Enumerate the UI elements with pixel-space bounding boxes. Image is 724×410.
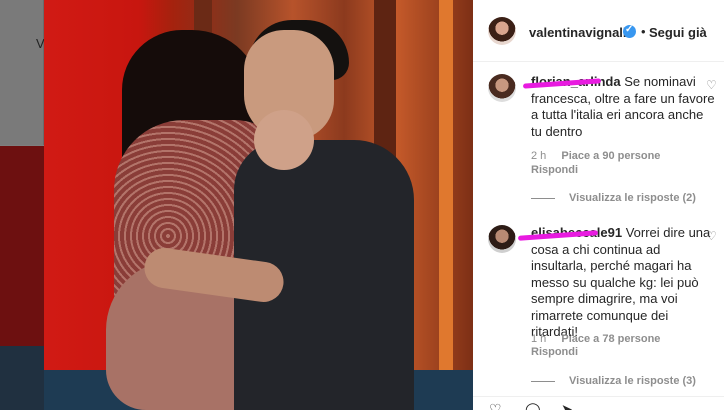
verified-badge-icon: [623, 24, 636, 38]
post-header: valentinavignali • Segui già: [473, 0, 724, 62]
background-page: V: [0, 0, 45, 410]
reply-button[interactable]: Rispondi: [531, 164, 578, 176]
view-replies-label: Visualizza le risposte (3): [569, 375, 696, 387]
comment-likes[interactable]: Piace a 90 persone: [561, 150, 660, 162]
comment-icon[interactable]: ◯: [525, 402, 541, 410]
author-avatar[interactable]: [488, 17, 516, 45]
following-button[interactable]: Segui già: [649, 25, 707, 40]
view-replies-button[interactable]: Visualizza le risposte (3): [531, 375, 696, 387]
like-comment-icon[interactable]: ♡: [706, 78, 717, 92]
commenter-avatar[interactable]: [488, 225, 516, 253]
comment-time: 1 h: [531, 333, 547, 345]
comment-time: 2 h: [531, 150, 547, 162]
like-comment-icon[interactable]: ♡: [706, 229, 717, 243]
heart-icon[interactable]: ♡: [489, 402, 502, 410]
post-actions-bar: ♡ ◯ ➤: [473, 396, 724, 410]
post-side-panel: valentinavignali • Segui già florian_arl…: [473, 0, 724, 410]
reply-button[interactable]: Rispondi: [531, 346, 578, 358]
view-replies-button[interactable]: Visualizza le risposte (2): [531, 192, 696, 204]
commenter-avatar[interactable]: [488, 74, 516, 102]
comment-text: Vorrei dire una cosa a chi continua ad i…: [531, 225, 711, 339]
comment-likes[interactable]: Piace a 78 persone: [561, 333, 660, 345]
background-image-bottom: [0, 346, 44, 410]
header-separator: •: [641, 24, 646, 39]
post-image[interactable]: [44, 0, 473, 410]
background-image: [0, 146, 44, 346]
view-replies-label: Visualizza le risposte (2): [569, 192, 696, 204]
share-icon[interactable]: ➤: [561, 402, 573, 410]
author-username[interactable]: valentinavignali: [529, 25, 627, 40]
background-card: [0, 0, 44, 145]
